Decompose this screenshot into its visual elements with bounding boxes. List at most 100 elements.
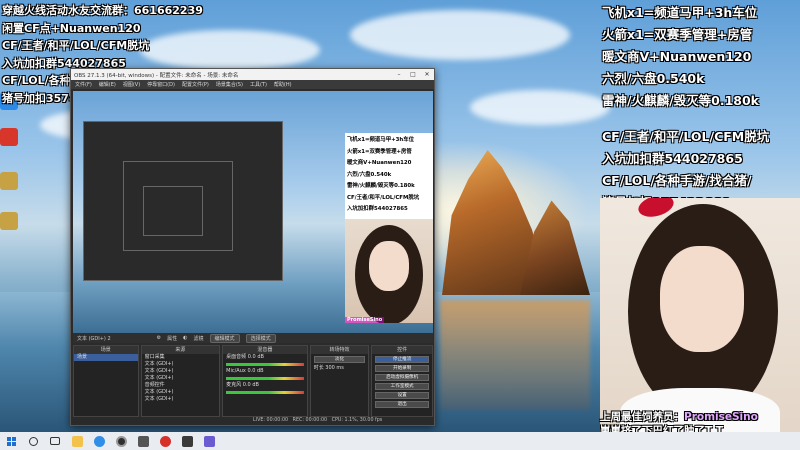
source-item[interactable]: 文本 (GDI+) xyxy=(142,389,220,396)
overlay-line: CF/LOL/各种手游/找合猪/ xyxy=(602,173,752,188)
volume-meter[interactable] xyxy=(226,377,304,380)
menu-file[interactable]: 文件(F) xyxy=(75,81,92,88)
scenes-dock: 场景 场景 xyxy=(73,345,139,417)
duration-value[interactable]: 300 ms xyxy=(325,365,344,371)
overlay-line: 穿越火线活动水友交流群：661662239 xyxy=(2,4,203,17)
file-explorer-icon[interactable] xyxy=(66,432,88,450)
overlay-spacer xyxy=(602,112,769,126)
preview-line: 雷神/火麒麟/毁灭等0.180k xyxy=(347,183,415,189)
volume-meter[interactable] xyxy=(226,391,304,394)
lol-icon-2[interactable] xyxy=(0,212,18,230)
preview-line: 飞机x1=频道马甲+3h车位 xyxy=(347,137,414,143)
obs-menu-bar: 文件(F) 编辑(E) 视图(V) 停靠窗口(D) 配置文件(P) 场景集合(S… xyxy=(71,80,434,89)
start-recording-button[interactable]: 开始录制 xyxy=(375,365,429,372)
overlay-line: 飞机x1=频道马甲+3h车位 xyxy=(602,5,758,20)
obs-icon[interactable] xyxy=(110,432,132,450)
overlay-line: 雷神/火麒麟/毁灭等0.180k xyxy=(602,93,759,108)
exit-button[interactable]: 退出 xyxy=(375,401,429,408)
channel-db: 0.0 dB xyxy=(247,368,264,374)
close-icon[interactable]: ✕ xyxy=(420,71,434,78)
menu-view[interactable]: 视图(V) xyxy=(123,81,140,88)
obs-preview-canvas[interactable]: 飞机x1=频道马甲+3h车位 火箭x1=双赛季管理+房管 暖文商V+Nuanwe… xyxy=(73,91,433,333)
app-icon[interactable] xyxy=(132,432,154,450)
edit-mode-button[interactable]: 编辑模式 xyxy=(209,333,240,343)
app-icon-3[interactable] xyxy=(198,432,220,450)
channel-db: 0.0 dB xyxy=(242,382,259,388)
menu-edit[interactable]: 编辑(E) xyxy=(99,81,116,88)
gear-icon[interactable]: ⚙ xyxy=(157,335,161,341)
mixer-dock-title: 混音器 xyxy=(223,346,307,354)
windows-icon xyxy=(6,436,16,446)
filters-button[interactable]: 滤镜 xyxy=(194,335,204,342)
obs-window[interactable]: OBS 27.1.3 (64-bit, windows) - 配置文件: 未命名… xyxy=(70,68,435,426)
browser-icon[interactable] xyxy=(88,432,110,450)
app-icon-2[interactable] xyxy=(176,432,198,450)
filter-icon[interactable]: ◐ xyxy=(183,335,187,341)
source-item[interactable]: 音频控件 xyxy=(142,382,220,389)
virtual-camera-button[interactable]: 启动虚拟摄像机 xyxy=(375,374,429,381)
menu-help[interactable]: 帮助(H) xyxy=(274,81,292,88)
settings-button[interactable]: 设置 xyxy=(375,392,429,399)
obs-title-bar[interactable]: OBS 27.1.3 (64-bit, windows) - 配置文件: 未命名… xyxy=(71,69,434,80)
scene-item[interactable]: 场景 xyxy=(74,354,138,361)
overlay-line: 闲置CF点+Nuanwen120 xyxy=(2,21,141,35)
preview-line: 六烈/六盘0.540k xyxy=(347,171,392,178)
caption-label: 上周最佳饲养员： xyxy=(600,411,684,423)
sources-dock-title: 来源 xyxy=(141,346,220,354)
preview-line: 入坑加扣群544027865 xyxy=(347,206,408,212)
channel-name: 桌面音频 xyxy=(226,354,247,360)
preview-webcam xyxy=(345,219,433,323)
source-toolbar: 文本 (GDI+) 2 ⚙ 属性 ◐ 滤镜 编辑模式 选择模式 xyxy=(73,333,433,343)
source-item[interactable]: 文本 (GDI+) xyxy=(142,368,220,375)
studio-mode-button[interactable]: 工作室模式 xyxy=(375,383,429,390)
face xyxy=(660,246,744,352)
scenes-dock-title: 场景 xyxy=(74,346,138,354)
audio-mixer-dock: 混音器 桌面音频 0.0 dB Mic/Aux 0.0 dB 麦克风 0.0 d… xyxy=(222,345,308,417)
source-item[interactable]: 窗口采集 xyxy=(142,354,220,361)
mixer-channel-name: 麦克风 0.0 dB xyxy=(223,382,307,389)
obs-status-bar: LIVE: 00:00:00 REC: 00:00:00 CPU: 1.1%, … xyxy=(73,417,433,425)
select-mode-button[interactable]: 选择模式 xyxy=(245,333,276,343)
menu-tools[interactable]: 工具(T) xyxy=(250,81,267,88)
preview-caption: PromiseSino xyxy=(345,317,385,323)
menu-scene-collection[interactable]: 场景集合(S) xyxy=(216,81,243,88)
search-icon[interactable] xyxy=(22,432,44,450)
rock-reflection xyxy=(440,300,590,410)
minimize-icon[interactable]: – xyxy=(392,71,406,78)
maximize-icon[interactable]: □ xyxy=(406,71,420,78)
mixer-channel-name: 桌面音频 0.0 dB xyxy=(223,354,307,361)
volume-meter[interactable] xyxy=(226,363,304,366)
source-item[interactable]: 文本 (GDI+) xyxy=(142,396,220,403)
overlay-line: CF/王者/和平/LOL/CFM脱坑 xyxy=(602,129,770,144)
obs-window-title: OBS 27.1.3 (64-bit, windows) - 配置文件: 未命名… xyxy=(74,72,239,79)
taskbar xyxy=(0,432,800,450)
source-item[interactable]: 文本 (GDI+) xyxy=(142,361,220,368)
transition-select[interactable]: 淡化 xyxy=(313,356,366,363)
task-view-icon[interactable] xyxy=(44,432,66,450)
channel-db: 0.0 dB xyxy=(247,354,264,360)
source-item[interactable]: 文本 (GDI+) xyxy=(142,375,220,382)
properties-button[interactable]: 属性 xyxy=(167,335,177,342)
lol-icon[interactable] xyxy=(0,172,18,190)
webcam-feed xyxy=(600,198,800,432)
duration-label: 时长 xyxy=(313,365,324,371)
caption-username: PromiseSino xyxy=(684,411,758,423)
face xyxy=(369,241,409,291)
channel-name: 麦克风 xyxy=(226,382,242,388)
menu-profile[interactable]: 配置文件(P) xyxy=(182,81,209,88)
overlay-line: CF/王者/和平/LOL/CFM脱坑 xyxy=(2,39,150,52)
game-icon[interactable] xyxy=(154,432,176,450)
duration-row: 时长 300 ms xyxy=(311,365,369,372)
live-status: LIVE: 00:00:00 xyxy=(253,418,289,423)
menu-docks[interactable]: 停靠窗口(D) xyxy=(147,81,175,88)
cpu-status: CPU: 1.1%, 30.00 fps xyxy=(331,418,383,423)
caption-line-1: 上周最佳饲养员：PromiseSino xyxy=(600,410,758,424)
cf-icon[interactable] xyxy=(0,128,18,146)
stop-streaming-button[interactable]: 停止推流 xyxy=(375,356,429,363)
cloud xyxy=(350,10,570,60)
overlay-line: 暖文商V+Nuanwen120 xyxy=(602,49,752,64)
sources-dock: 来源 窗口采集 文本 (GDI+) 文本 (GDI+) 文本 (GDI+) 音频… xyxy=(140,345,221,417)
start-button[interactable] xyxy=(0,432,22,450)
controls-dock-title: 控件 xyxy=(372,346,432,354)
preview-line: 火箭x1=双赛季管理+房管 xyxy=(347,148,412,155)
